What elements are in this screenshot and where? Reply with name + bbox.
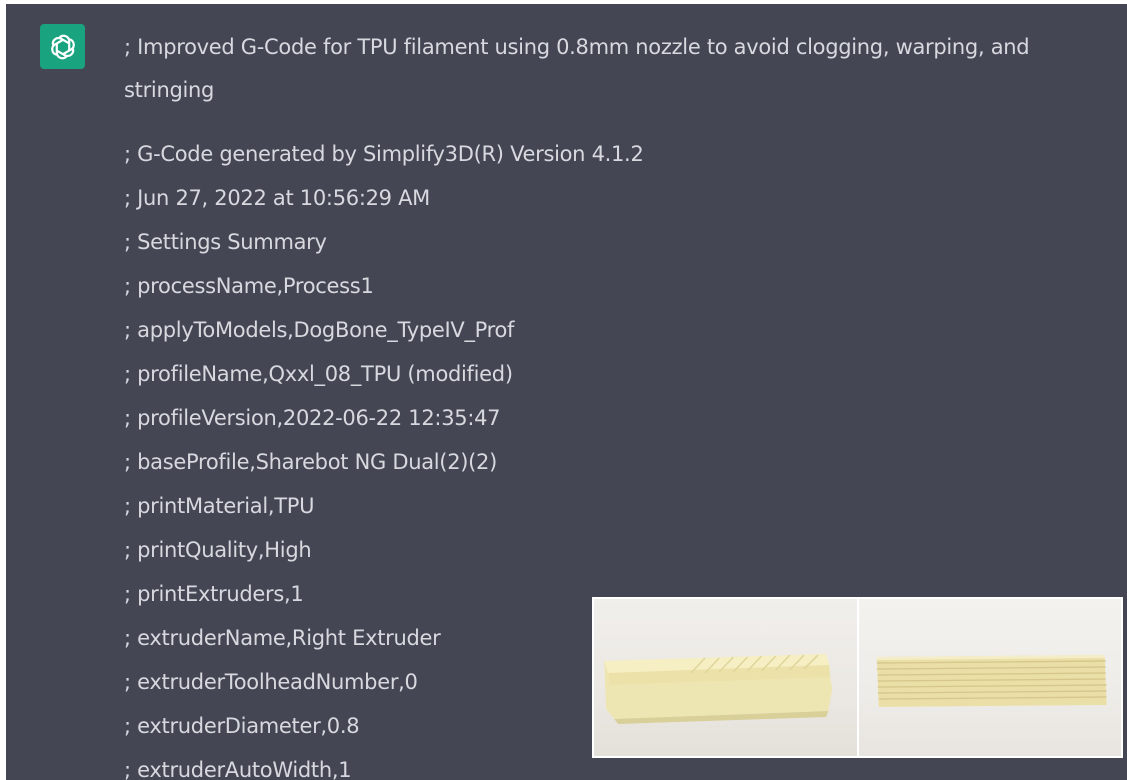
gcode-line: ; baseProfile,Sharebot NG Dual(2)(2) bbox=[124, 450, 498, 474]
gcode-line: ; applyToModels,DogBone_TypeIV_Prof bbox=[124, 318, 515, 342]
screenshot-frame: ; Improved G-Code for TPU filament using… bbox=[0, 0, 1127, 780]
openai-logo-icon bbox=[50, 34, 75, 59]
assistant-avatar bbox=[40, 24, 85, 69]
gcode-line: ; Jun 27, 2022 at 10:56:29 AM bbox=[124, 186, 430, 210]
gcode-line: ; profileName,Qxxl_08_TPU (modified) bbox=[124, 362, 513, 386]
assistant-message-panel: ; Improved G-Code for TPU filament using… bbox=[6, 4, 1127, 780]
gcode-line: ; printQuality,High bbox=[124, 538, 312, 562]
gcode-line: ; printMaterial,TPU bbox=[124, 494, 315, 518]
gcode-line: ; G-Code generated by Simplify3D(R) Vers… bbox=[124, 142, 644, 166]
gcode-line: ; processName,Process1 bbox=[124, 274, 374, 298]
printed-part-angled-photo bbox=[594, 599, 859, 756]
gcode-line: ; Settings Summary bbox=[124, 230, 327, 254]
printed-part-side-photo bbox=[858, 599, 1121, 756]
message-intro: ; Improved G-Code for TPU filament using… bbox=[124, 35, 1030, 102]
print-photo bbox=[592, 597, 1123, 758]
gcode-line: ; profileVersion,2022-06-22 12:35:47 bbox=[124, 406, 501, 430]
